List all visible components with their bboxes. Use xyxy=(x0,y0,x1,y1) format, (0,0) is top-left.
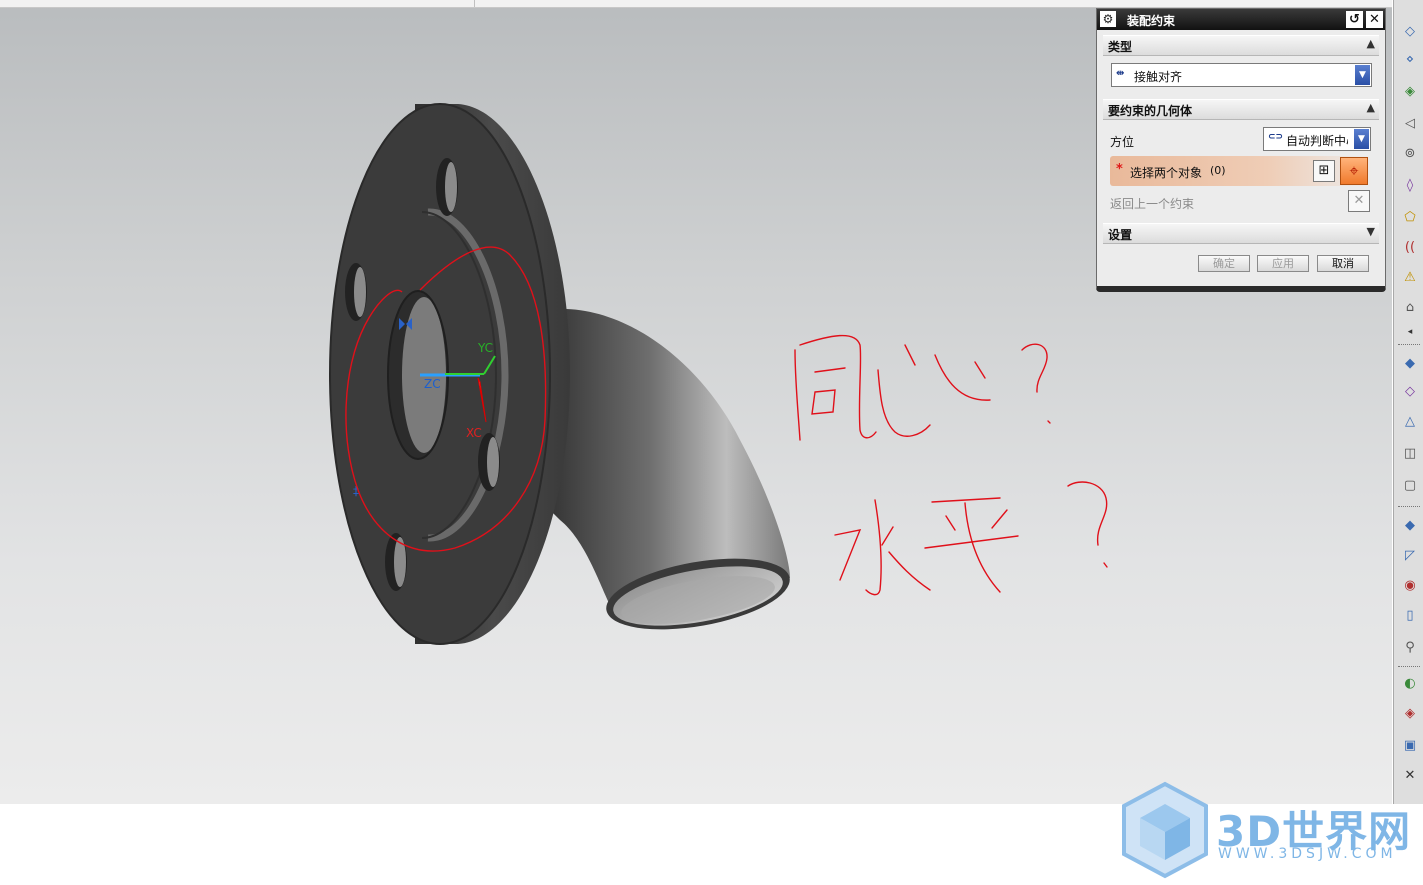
chamfer-icon[interactable]: ◈ xyxy=(1402,706,1418,722)
orientation-label: 方位 xyxy=(1110,135,1135,149)
chevron-up-icon: ▲ xyxy=(1366,101,1375,114)
assembly-icon[interactable]: ◆ xyxy=(1402,356,1418,372)
plane-icon[interactable]: ◁ xyxy=(1402,116,1418,132)
reset-icon[interactable]: ↺ xyxy=(1346,11,1363,28)
surface-icon[interactable]: ◈ xyxy=(1402,84,1418,100)
watermark-url: WWW.3DSJW.COM xyxy=(1218,846,1397,862)
select-objects-label: 选择两个对象 xyxy=(1130,166,1203,180)
add-selection-icon[interactable]: ⊞ xyxy=(1313,160,1335,182)
toolbar-separator xyxy=(1398,666,1420,667)
type-dropdown[interactable]: ⇹ 接触对齐 ▼ xyxy=(1111,63,1372,87)
blend-icon[interactable]: ◐ xyxy=(1402,676,1418,692)
expand-icon[interactable]: ◂ xyxy=(1402,324,1418,340)
toolbar-separator xyxy=(1398,344,1420,345)
cancel-button[interactable]: 取消 xyxy=(1317,255,1369,272)
pattern-icon[interactable]: ▢ xyxy=(1402,478,1418,494)
cylinder-icon[interactable]: ▯ xyxy=(1402,608,1418,624)
component-icon[interactable]: ◇ xyxy=(1402,384,1418,400)
revolve-icon[interactable]: (( xyxy=(1402,240,1418,256)
triad-label-x: XC xyxy=(466,426,482,440)
geometry-section-header[interactable]: 要约束的几何体 ▲ xyxy=(1103,99,1379,120)
mirror-icon[interactable]: ◫ xyxy=(1402,446,1418,462)
close-icon[interactable]: ✕ xyxy=(1366,11,1383,28)
chevron-down-icon[interactable]: ▼ xyxy=(1354,129,1369,149)
select-objects-count: (0) xyxy=(1210,164,1226,177)
geometry-section-label: 要约束的几何体 xyxy=(1108,104,1193,118)
move-icon[interactable]: △ xyxy=(1402,414,1418,430)
shape-icon[interactable]: ◊ xyxy=(1402,178,1418,194)
type-section-header[interactable]: 类型 ▲ xyxy=(1103,35,1379,56)
chevron-down-icon: ▼ xyxy=(1366,225,1375,238)
triad-label-z: ZC xyxy=(424,377,441,391)
cone-icon[interactable]: ◸ xyxy=(1402,548,1418,564)
apply-button[interactable]: 应用 xyxy=(1257,255,1309,272)
extrude-icon[interactable]: ⬠ xyxy=(1402,210,1418,226)
annotation-text xyxy=(794,334,1108,596)
watermark-logo: 3D世界网 WWW.3DSJW.COM xyxy=(1120,780,1420,880)
settings-section-label: 设置 xyxy=(1108,228,1133,242)
cube-logo-icon xyxy=(1122,781,1208,879)
type-dropdown-value: 接触对齐 xyxy=(1134,70,1183,84)
required-asterisk: * xyxy=(1116,162,1123,177)
crosshair-select-icon[interactable]: ⌖ xyxy=(1340,157,1368,185)
right-toolbar: ◇ ⋄ ◈ ◁ ⊚ ◊ ⬠ (( ⚠ ⌂ ◂ ◆ ◇ △ ◫ ▢ ◆ ◸ ◉ ▯… xyxy=(1393,0,1423,804)
dialog-titlebar: ⚙ 装配约束 ↺ ✕ xyxy=(1097,9,1385,30)
assembly-constraints-dialog: ⚙ 装配约束 ↺ ✕ 类型 ▲ ⇹ 接触对齐 ▼ 要约束的几何体 ▲ 方位 ⊂⊃… xyxy=(1096,8,1386,292)
triad-label-y: YC xyxy=(477,341,493,355)
return-previous-constraint-icon[interactable]: ✕ xyxy=(1348,190,1370,212)
touch-align-icon: ⇹ xyxy=(1116,68,1125,79)
orientation-dropdown[interactable]: ⊂⊃ 自动判断中心 ▼ xyxy=(1263,127,1371,151)
block-icon[interactable]: ◆ xyxy=(1402,518,1418,534)
orientation-dropdown-value: 自动判断中心 xyxy=(1286,134,1348,148)
gear-icon[interactable]: ⚙ xyxy=(1100,11,1116,27)
sphere-icon[interactable]: ◉ xyxy=(1402,578,1418,594)
toolbar-separator xyxy=(1398,506,1420,507)
dialog-title: 装配约束 xyxy=(1127,14,1176,28)
settings-section-header[interactable]: 设置 ▼ xyxy=(1103,223,1379,244)
ok-button[interactable]: 确定 xyxy=(1198,255,1250,272)
infer-center-icon: ⊂⊃ xyxy=(1268,132,1284,142)
mesh-icon[interactable]: ⌂ xyxy=(1402,300,1418,316)
elbow-pipe xyxy=(535,308,790,630)
return-previous-constraint-label: 返回上一个约束 xyxy=(1110,197,1195,211)
sweep-icon[interactable]: ⚠ xyxy=(1402,270,1418,286)
type-section-label: 类型 xyxy=(1108,40,1133,54)
tube-icon[interactable]: ⚲ xyxy=(1402,640,1418,656)
shell-icon[interactable]: ▣ xyxy=(1402,738,1418,754)
select-objects-row[interactable]: * 选择两个对象 (0) ⊞ ⌖ xyxy=(1110,156,1372,186)
chevron-up-icon: ▲ xyxy=(1366,37,1375,50)
curve-icon[interactable]: ⋄ xyxy=(1402,52,1418,68)
chevron-down-icon[interactable]: ▼ xyxy=(1355,65,1370,85)
sketch-icon[interactable]: ◇ xyxy=(1402,24,1418,40)
point-icon[interactable]: ⊚ xyxy=(1402,146,1418,162)
